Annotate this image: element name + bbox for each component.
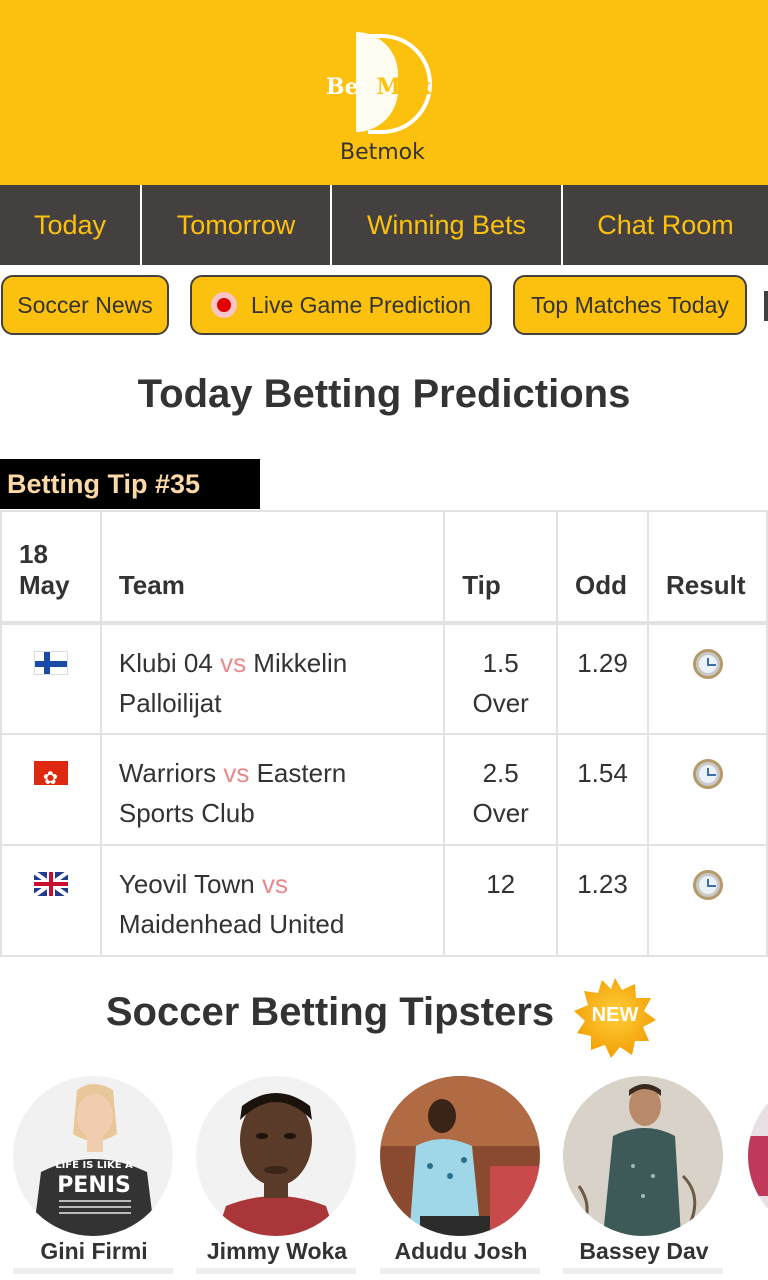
tipster-card[interactable]: LIFE IS LIKE A PENIS Gini Firmi: [13, 1076, 175, 1274]
next-pill-edge[interactable]: [764, 291, 768, 321]
tipster-card[interactable]: Jimmy Woka: [196, 1076, 358, 1274]
header-odd: Odd: [556, 510, 650, 624]
tipster-bar: [13, 1268, 173, 1274]
clock-icon: [692, 870, 723, 900]
table-row[interactable]: Warriors vs Eastern Sports Club 2.5Over …: [0, 733, 768, 846]
away-team: Maidenhead United: [118, 909, 345, 939]
pill-soccer-news[interactable]: Soccer News: [1, 275, 169, 335]
avatar: [748, 1076, 768, 1236]
nav-tomorrow[interactable]: Tomorrow: [142, 185, 332, 265]
header-tip: Tip: [443, 510, 559, 624]
table-row[interactable]: Yeovil Town vs Maidenhead United 12 1.23: [0, 844, 768, 957]
result-cell: [647, 622, 768, 735]
nav-today[interactable]: Today: [0, 185, 142, 265]
clock-icon: [692, 649, 723, 679]
tip-type: Over: [472, 688, 529, 718]
home-team: Yeovil Town: [118, 869, 255, 899]
avatar: [380, 1076, 540, 1236]
tipster-card[interactable]: Bassey Dav: [563, 1076, 725, 1274]
header-team: Team: [99, 510, 446, 624]
pill-label: Soccer News: [17, 291, 153, 318]
tip-cell: 2.5 Over: [443, 733, 559, 846]
tipster-bar: [196, 1268, 356, 1274]
clock-icon: [692, 759, 723, 789]
logo-text-mok: Mok: [376, 74, 431, 100]
tip-value: 2.5: [482, 758, 519, 788]
flag-cell: [0, 622, 102, 735]
home-team: Klubi 04: [118, 648, 213, 678]
flag-cell: [0, 844, 102, 957]
avatar: [563, 1076, 723, 1236]
tip-cell: 12: [443, 844, 559, 957]
avatar: [196, 1076, 356, 1236]
logo-wordmark: Bet Mok: [326, 74, 431, 100]
table-row[interactable]: Klubi 04 vs Mikkelin Palloilijat 1.5 Over…: [0, 622, 768, 735]
site-header: Bet Mok Betmok: [0, 0, 768, 185]
tip-type: Over: [472, 798, 529, 828]
tipsters-title: Soccer Betting Tipsters: [105, 990, 555, 1034]
table-header-row: 18 May Team Tip Odd Result: [0, 510, 768, 624]
avatar: LIFE IS LIKE A PENIS: [13, 1076, 173, 1236]
new-badge-label: NEW: [591, 1004, 639, 1026]
svg-text:LIFE IS LIKE A: LIFE IS LIKE A: [55, 1160, 133, 1171]
team-cell[interactable]: Klubi 04 vs Mikkelin Palloilijat: [99, 622, 446, 735]
header-result: Result: [647, 510, 768, 624]
pill-live-game-prediction[interactable]: Live Game Prediction: [190, 275, 492, 335]
tip-value: 12: [486, 869, 516, 899]
pill-label: Top Matches Today: [531, 291, 729, 318]
betmok-logo[interactable]: Bet Mok Betmok: [326, 30, 436, 170]
vs-label: vs: [261, 869, 288, 899]
quick-links: Soccer News Live Game Prediction Top Mat…: [0, 275, 768, 337]
tipster-name: Gini Firmi: [40, 1238, 148, 1264]
tipster-card[interactable]: D: [748, 1076, 768, 1236]
main-nav: Today Tomorrow Winning Bets Chat Room: [0, 185, 768, 265]
flag-cell: [0, 733, 102, 846]
odd-cell: 1.54: [556, 733, 650, 846]
date-day: 18: [19, 539, 48, 569]
vs-label: vs: [223, 758, 250, 788]
tip-value: 1.5: [482, 648, 519, 678]
tipster-bar: [563, 1268, 723, 1274]
tipster-card[interactable]: Adudu Josh: [380, 1076, 542, 1274]
team-cell[interactable]: Warriors vs Eastern Sports Club: [99, 733, 446, 846]
tipster-name: Bassey Dav: [579, 1238, 709, 1264]
date-month: May: [19, 570, 70, 600]
hong-kong-flag-icon: [33, 761, 68, 785]
predictions-table: 18 May Team Tip Odd Result Klubi 04 vs Mi…: [0, 510, 768, 957]
team-cell[interactable]: Yeovil Town vs Maidenhead United: [99, 844, 446, 957]
logo-subtitle: Betmok: [340, 140, 425, 165]
finland-flag-icon: [33, 651, 68, 675]
new-badge-icon: NEW: [574, 978, 656, 1058]
home-team: Warriors: [118, 758, 217, 788]
live-dot-icon: [211, 292, 238, 318]
logo-text-bet: Bet: [326, 74, 369, 100]
nav-winning-bets[interactable]: Winning Bets: [332, 185, 563, 265]
uk-flag-icon: [33, 872, 68, 896]
odd-cell: 1.29: [556, 622, 650, 735]
tipster-bar: [380, 1268, 540, 1274]
vs-label: vs: [220, 648, 247, 678]
predictions-title: Today Betting Predictions: [137, 372, 631, 416]
tip-cell: 1.5 Over: [443, 622, 559, 735]
pill-label: Live Game Prediction: [251, 291, 471, 318]
svg-text:PENIS: PENIS: [57, 1173, 131, 1198]
header-date: 18 May: [0, 510, 102, 624]
betting-tip-label: Betting Tip #35: [0, 459, 260, 509]
result-cell: [647, 733, 768, 846]
result-cell: [647, 844, 768, 957]
tipster-name: Jimmy Woka: [206, 1238, 348, 1264]
odd-cell: 1.23: [556, 844, 650, 957]
tipster-name: Adudu Josh: [394, 1238, 528, 1264]
pill-top-matches-today[interactable]: Top Matches Today: [513, 275, 747, 335]
nav-chat-room[interactable]: Chat Room: [563, 185, 768, 265]
